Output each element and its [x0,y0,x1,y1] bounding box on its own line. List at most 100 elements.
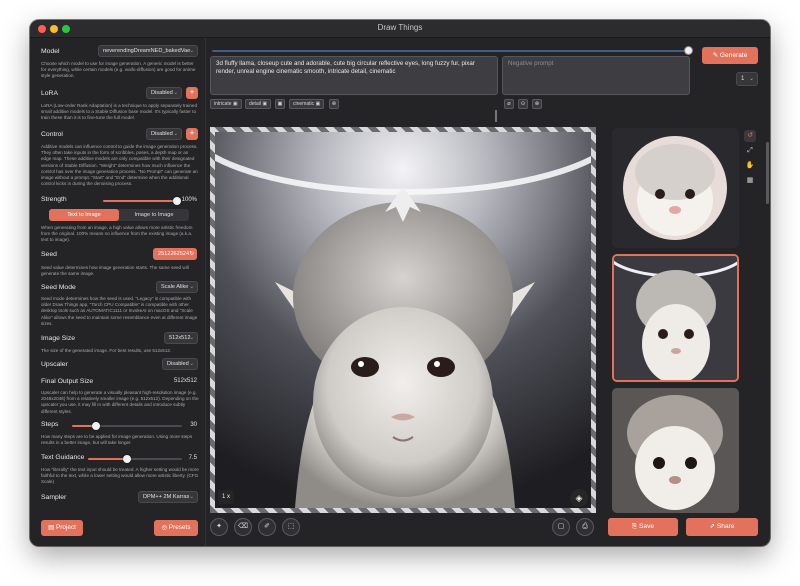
image-icon: ▣ [277,101,283,107]
negative-settings-button[interactable]: ⊙ [518,99,528,109]
upscaler-select[interactable]: Disabled ⌄ [162,358,198,370]
model-description: Choose which model to use for image gene… [41,61,196,79]
window-title: Draw Things [377,23,423,32]
steps-slider[interactable] [72,422,182,430]
lora-value: Disabled [151,90,173,96]
chevron-down-icon: ⌄ [189,335,194,341]
thumbnail-image [614,256,737,380]
title-bar: Draw Things [30,20,770,38]
presets-icon: ◎ [161,524,169,531]
strength-label: Strength [41,196,67,203]
plus-icon: + [189,87,195,97]
seed-mode-select[interactable]: Scale Alike ⌄ [156,281,198,293]
paint-tool-button[interactable]: ✐ [258,518,276,536]
text-guidance-label: Text Guidance [41,454,85,461]
text-guidance-value: 7.5 [188,455,197,461]
app-window: Draw Things Model neverendingDreamNED_ba… [30,20,770,546]
project-label: Project [55,524,76,531]
add-control-button[interactable]: + [186,128,198,140]
sampler-value: DPM++ 2M Karras [143,494,190,500]
model-select[interactable]: neverendingDreamNED_bakedVae ⌄ [98,45,198,57]
seed-value: 2512262524 [158,251,190,257]
share-icon: ⇗ [709,523,717,530]
settings-sidebar: Model neverendingDreamNED_bakedVae ⌄ Choo… [30,38,206,546]
presets-label: Presets [168,524,191,531]
prompt-input[interactable]: 3d fluffy llama, closeup cute and adorab… [210,56,498,95]
add-image-chip-button[interactable]: ▣ [275,99,285,109]
text-guidance-slider-knob[interactable] [122,455,131,463]
save-button[interactable]: ⎘ Save [608,518,678,536]
generation-mode-toggle[interactable]: Text to Image Image to Image [49,209,189,221]
thumbnail-image [612,388,739,513]
upscaler-label: Upscaler [41,361,68,368]
layers-icon: ◈ [575,493,583,503]
layers-button[interactable]: ◈ [570,489,588,507]
brush-icon: ✐ [264,523,270,530]
plus-icon: + [189,128,195,138]
image-to-image-tab[interactable]: Image to Image [119,209,189,221]
batch-count-value: 1 [741,76,745,82]
close-circle-icon: ⊗ [331,101,337,107]
prompt-chip-detail[interactable]: detail ▣ [245,99,272,109]
steps-slider-knob[interactable] [92,422,101,430]
clear-negative-button[interactable]: ⊗ [532,99,542,109]
image-size-description: The size of the generated image. For bes… [41,348,172,353]
crop-icon: ⬚ [287,523,295,530]
image-icon: ▣ [232,101,238,107]
text-guidance-description: How "literally" the text input should be… [41,467,199,485]
image-size-value: 512x512 [169,335,191,341]
chip-label: detail [249,101,261,107]
model-label: Model [41,48,60,55]
control-description: Additive models can influence control to… [41,144,198,187]
history-thumbnail[interactable] [612,388,739,513]
add-lora-button[interactable]: + [186,87,198,99]
sticky-note-button[interactable]: ▢ [552,518,570,536]
hand-icon[interactable]: ✋ [744,160,756,172]
image-size-select[interactable]: 512x512 ⌄ [164,332,198,344]
lora-select[interactable]: Disabled ⌄ [146,87,182,99]
negative-prompt-input[interactable]: Negative prompt [502,56,690,95]
grid-icon[interactable]: ▦ [744,175,756,187]
seed-description: Seed value determines how image generati… [41,265,189,277]
chip-label: intricate [214,101,232,107]
image-icon: ▣ [262,101,268,107]
save-label: Save [639,523,655,530]
project-button[interactable]: ▤ Project [41,520,83,536]
eraser-tool-button[interactable]: ⌫ [234,518,252,536]
progress-handle[interactable] [684,46,693,55]
text-to-image-tab[interactable]: Text to Image [49,209,119,221]
generate-button[interactable]: ✎ Generate [702,47,758,64]
prompt-chip-cinematic[interactable]: cinematic ▣ [289,99,325,109]
history-icon[interactable]: ↺ [744,130,756,142]
control-select[interactable]: Disabled ⌄ [146,128,182,140]
steps-label: Steps [41,421,59,428]
close-circle-icon: ⊗ [534,101,540,107]
thumbnail-image [612,128,739,248]
select-tool-button[interactable]: ⬚ [282,518,300,536]
import-image-button[interactable]: ⎙ [576,518,594,536]
llama-image [215,132,591,508]
image-canvas[interactable] [210,127,596,513]
seed-button[interactable]: 2512262524 ↻ [153,248,197,260]
sampler-select[interactable]: DPM++ 2M Karras ⌄ [138,491,198,503]
chevron-down-icon: ⌄ [173,131,178,137]
seed-label: Seed [41,251,57,258]
history-thumbnail[interactable] [612,128,739,248]
strength-slider[interactable] [103,197,181,205]
seed-mode-description: Seed mode determines how the seed is use… [41,296,198,326]
text-guidance-slider[interactable] [88,455,182,463]
clear-prompt-button[interactable]: ⊗ [329,99,339,109]
share-button[interactable]: ⇗ Share [686,518,758,536]
prompt-chip-intricate[interactable]: intricate ▣ [210,99,242,109]
final-size-label: Final Output Size [41,378,94,385]
history-thumbnail-selected[interactable] [612,254,739,382]
presets-button[interactable]: ◎ Presets [154,520,198,536]
negative-attach-button[interactable]: ⌀ [504,99,514,109]
strength-description: When generating from an image, a high va… [41,225,193,243]
magic-tool-button[interactable]: ✦ [210,518,228,536]
batch-count-select[interactable]: 1 ⌄ [736,72,758,86]
expand-icon[interactable]: ⤢ [744,145,756,157]
steps-value: 30 [190,422,197,428]
save-icon: ⎘ [631,523,640,530]
thumbnail-scrollbar[interactable] [766,142,769,204]
